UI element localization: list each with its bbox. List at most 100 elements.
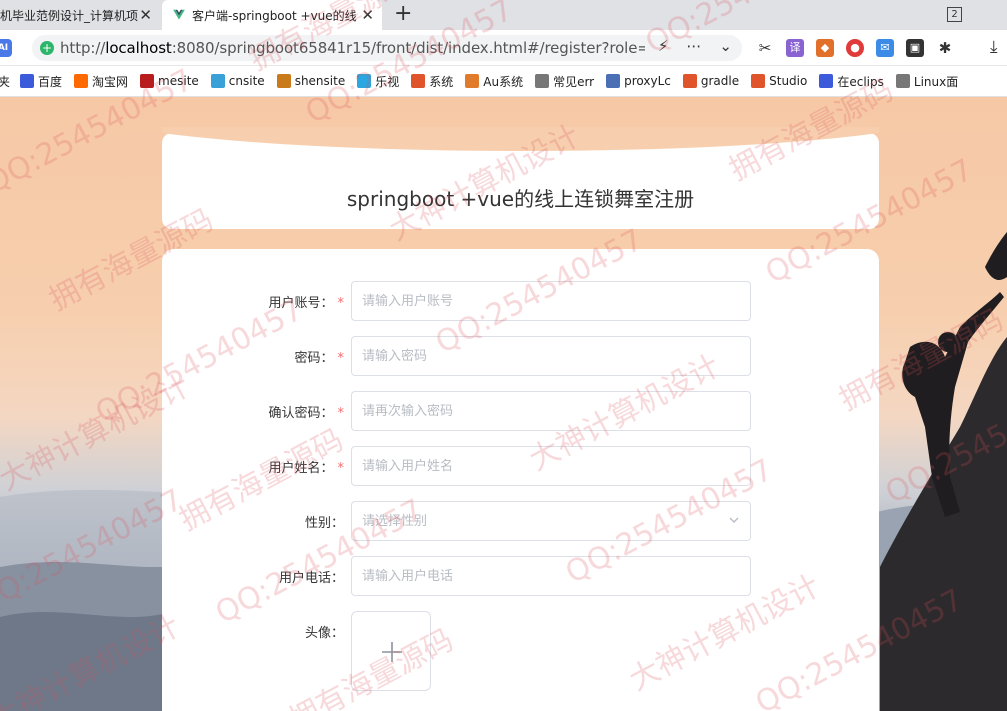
form-row-phone: 用户电话： bbox=[162, 556, 879, 596]
bookmark-favicon-icon bbox=[895, 74, 910, 88]
required-mark: * bbox=[337, 296, 345, 311]
bookmark-favicon-icon bbox=[465, 74, 480, 88]
required-mark: * bbox=[337, 351, 345, 366]
account-input[interactable] bbox=[351, 281, 751, 321]
field-label: 性别： bbox=[304, 516, 344, 531]
bookmark-item[interactable]: Studio bbox=[751, 74, 807, 88]
bookmark-label: 系统 bbox=[429, 74, 454, 89]
page-title: springboot +vue的线上连锁舞室注册 bbox=[346, 187, 695, 211]
weibo-icon[interactable]: ● bbox=[846, 39, 864, 57]
password-input[interactable] bbox=[351, 336, 751, 376]
bookmark-favicon-icon bbox=[20, 74, 35, 88]
tab-close-icon[interactable]: ✕ bbox=[139, 6, 152, 24]
new-tab-icon[interactable]: + bbox=[394, 1, 412, 26]
translate-icon[interactable]: 译 bbox=[786, 39, 804, 57]
url-field[interactable]: + http://localhost:8080/springboot65841r… bbox=[32, 35, 742, 61]
phone-input[interactable] bbox=[351, 556, 751, 596]
bookmark-favicon-icon bbox=[682, 74, 697, 88]
bookmark-label: 常见err bbox=[553, 74, 595, 89]
field-label: 用户姓名： * bbox=[268, 461, 345, 476]
bookmark-label: 淘宝网 bbox=[92, 74, 129, 89]
page-viewport: springboot +vue的线上连锁舞室注册 用户账号：* 密码：* 确认密… bbox=[0, 97, 1007, 711]
required-mark: * bbox=[337, 461, 345, 476]
chevron-down-icon[interactable] bbox=[728, 514, 740, 526]
scissors-icon[interactable]: ✂ bbox=[756, 39, 774, 57]
url-actions: ⚡ ⋯ ⌄ bbox=[658, 37, 732, 55]
bookmark-label: Au系统 bbox=[483, 74, 524, 89]
tab-active[interactable]: 客户端-springboot +vue的线 ✕ bbox=[162, 0, 382, 30]
bookmark-label: proxyLc bbox=[624, 74, 671, 88]
bookmark-item[interactable]: 常见err bbox=[535, 73, 594, 90]
bookmark-favicon-icon bbox=[751, 74, 766, 88]
bookmark-label: 在eclips bbox=[837, 74, 884, 89]
field-label: 用户账号： * bbox=[268, 296, 345, 311]
bookmark-favicon-icon bbox=[140, 74, 155, 88]
bookmark-item[interactable]: Au系统 bbox=[465, 73, 523, 90]
field-label: 用户电话： bbox=[278, 571, 344, 586]
puzzle-icon[interactable]: ✱ bbox=[936, 39, 954, 57]
mail-icon[interactable]: ✉ bbox=[876, 39, 894, 57]
header-curve bbox=[162, 127, 879, 151]
bookmark-item[interactable]: shensite bbox=[276, 74, 346, 88]
bookmark-label: cnsite bbox=[228, 74, 265, 88]
bookmark-label: 百度 bbox=[38, 74, 63, 89]
address-bar-row: AI + http://localhost:8080/springboot658… bbox=[0, 30, 1007, 66]
download-icon[interactable]: ⤓ bbox=[990, 37, 998, 57]
browser-tab-bar: 机毕业范例设计_计算机项 ✕ 客户端-springboot +vue的线 ✕ +… bbox=[0, 0, 1007, 30]
bookmark-label: gradle bbox=[700, 74, 740, 88]
tab-label: 客户端-springboot +vue的线 bbox=[192, 8, 357, 23]
more-icon[interactable]: ⋯ bbox=[686, 37, 701, 55]
field-label: 密码： * bbox=[294, 351, 345, 366]
required-mark: * bbox=[337, 406, 345, 421]
confirm-password-input[interactable] bbox=[351, 391, 751, 431]
form-row-gender: 性别： bbox=[162, 501, 879, 541]
form-row-confirm-password: 确认密码： * bbox=[162, 391, 879, 431]
shield-icon[interactable]: + bbox=[40, 41, 54, 55]
field-label: 头像： bbox=[304, 626, 344, 641]
name-input[interactable] bbox=[351, 446, 751, 486]
bookmark-item[interactable]: mesite bbox=[140, 74, 199, 88]
bookmark-item[interactable]: cnsite bbox=[210, 74, 265, 88]
bookmark-item[interactable]: 淘宝网 bbox=[74, 73, 128, 90]
bookmark-item[interactable]: gradle bbox=[682, 74, 740, 88]
tab-inactive[interactable]: 机毕业范例设计_计算机项 ✕ bbox=[0, 0, 160, 30]
extension-icons: ✂ 译 ◆ ● ✉ ▣ ✱ bbox=[756, 39, 954, 57]
bookmark-label: shensite bbox=[294, 74, 346, 88]
bookmark-favicon-icon bbox=[535, 74, 550, 88]
game-icon[interactable]: ◆ bbox=[816, 39, 834, 57]
form-row-avatar: 头像： bbox=[162, 611, 879, 691]
gender-select[interactable] bbox=[351, 501, 751, 541]
bookmark-favicon-icon bbox=[357, 74, 372, 88]
bookmark-item[interactable]: proxyLc bbox=[606, 74, 671, 88]
bookmark-favicon-icon bbox=[276, 74, 291, 88]
bookmark-item[interactable]: 夹 bbox=[0, 73, 10, 90]
bookmark-item[interactable]: 在eclips bbox=[819, 73, 884, 90]
bookmark-item[interactable]: 乐视 bbox=[357, 73, 399, 90]
field-label: 确认密码： * bbox=[268, 406, 345, 421]
bookmark-item[interactable]: Linux面 bbox=[895, 73, 959, 90]
url-text[interactable]: http://localhost:8080/springboot65841r15… bbox=[60, 39, 645, 57]
plus-icon bbox=[382, 642, 402, 662]
bookmark-favicon-icon bbox=[819, 74, 834, 88]
bookmark-label: 夹 bbox=[0, 73, 10, 90]
bookmark-favicon-icon bbox=[210, 74, 225, 88]
bookmark-favicon-icon bbox=[606, 74, 621, 88]
ai-assistant-icon[interactable]: AI bbox=[0, 39, 12, 57]
bookmark-label: Studio bbox=[769, 74, 808, 88]
lightning-icon[interactable]: ⚡ bbox=[658, 37, 669, 55]
tab-label: 机毕业范例设计_计算机项 bbox=[0, 8, 139, 23]
bookmarks-bar: 夹 百度 淘宝网 mesite cnsite shensite 乐视 系统 Au系统 常见err p… bbox=[0, 66, 1007, 97]
chevron-down-icon[interactable]: ⌄ bbox=[719, 37, 732, 55]
tab-close-icon[interactable]: ✕ bbox=[361, 6, 374, 24]
form-row-name: 用户姓名： * bbox=[162, 446, 879, 486]
reader-icon[interactable]: ▣ bbox=[906, 39, 924, 57]
bookmark-label: 乐视 bbox=[375, 74, 400, 89]
tab-count-badge[interactable]: 2 bbox=[947, 7, 962, 22]
bookmark-item[interactable]: 系统 bbox=[411, 73, 453, 90]
bookmark-label: Linux面 bbox=[913, 74, 959, 89]
avatar-upload[interactable] bbox=[351, 611, 431, 691]
bookmark-favicon-icon bbox=[411, 74, 426, 88]
vue-logo-icon bbox=[173, 9, 185, 20]
bookmark-favicon-icon bbox=[74, 74, 89, 88]
bookmark-item[interactable]: 百度 bbox=[20, 73, 62, 90]
